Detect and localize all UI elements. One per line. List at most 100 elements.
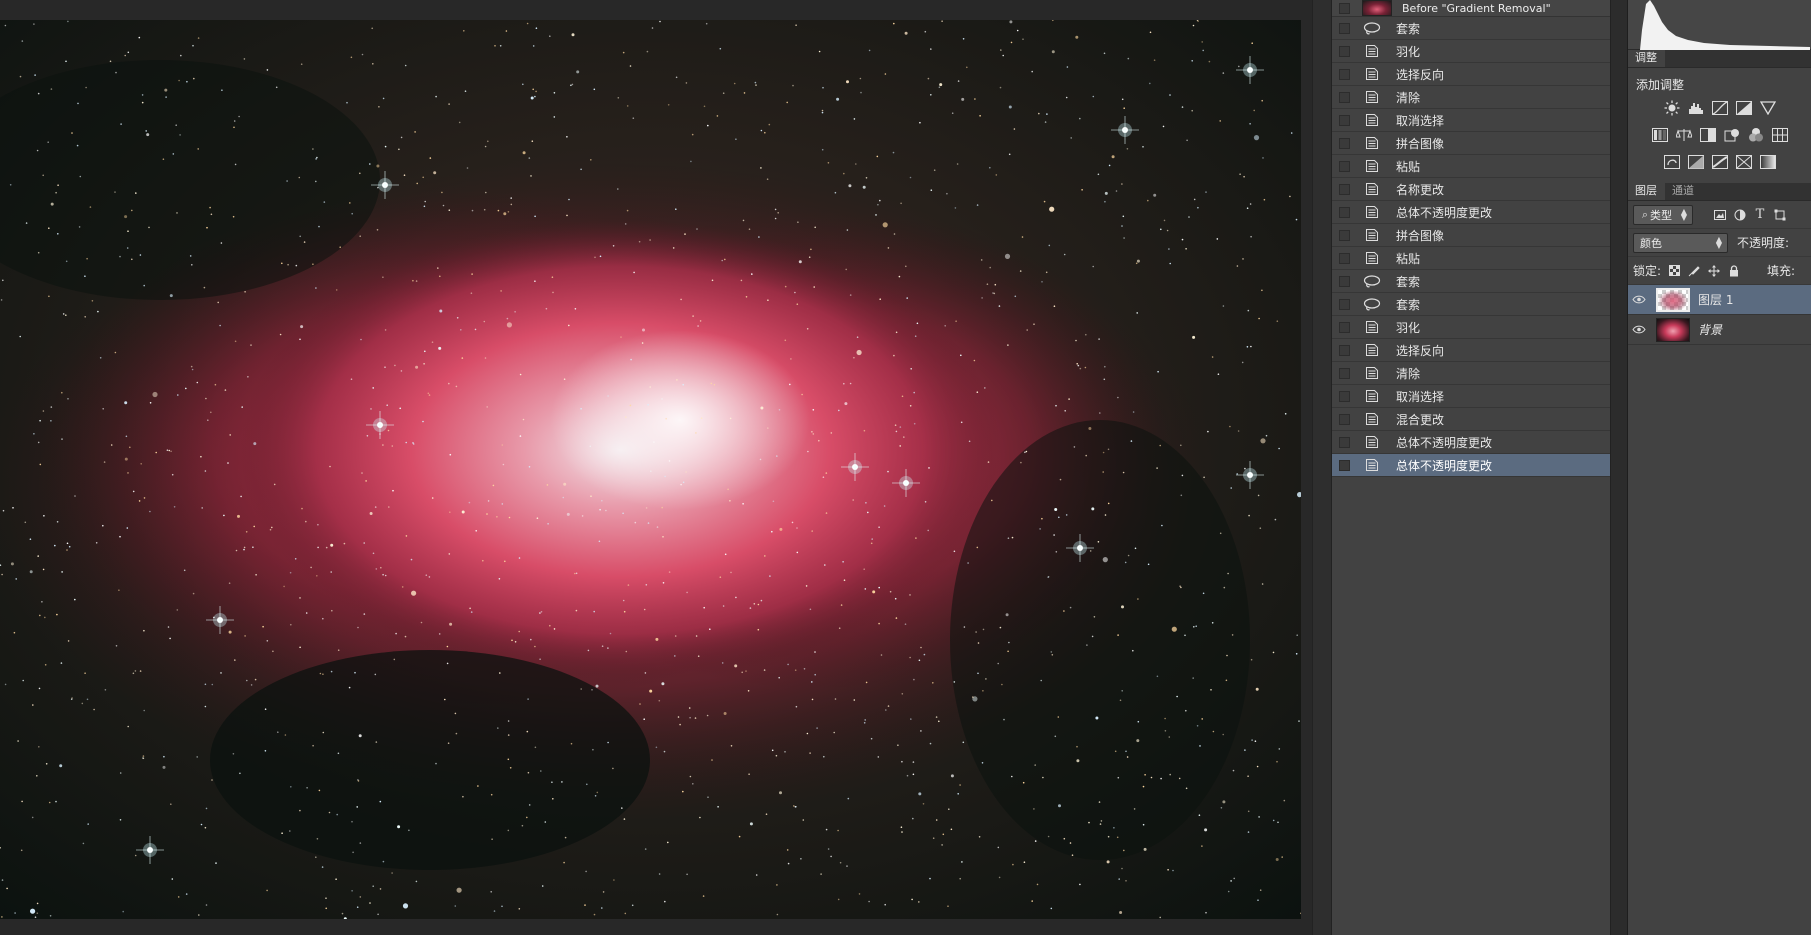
- lock-label: 锁定:: [1633, 264, 1662, 278]
- history-state-label: 总体不透明度更改: [1396, 435, 1493, 450]
- history-state[interactable]: 总体不透明度更改: [1332, 201, 1610, 224]
- history-state[interactable]: 拼合图像: [1332, 132, 1610, 155]
- history-state[interactable]: 选择反向: [1332, 339, 1610, 362]
- history-checkbox[interactable]: [1339, 137, 1350, 149]
- history-state[interactable]: 名称更改: [1332, 178, 1610, 201]
- blend-mode-value: 颜色: [1640, 236, 1662, 250]
- blend-mode-dropdown[interactable]: 颜色 ▲ ▼: [1633, 232, 1728, 253]
- image-filter-icon[interactable]: [1713, 208, 1727, 222]
- history-state[interactable]: 总体不透明度更改: [1332, 431, 1610, 454]
- history-state-icon: [1362, 458, 1382, 472]
- photo-filter-icon[interactable]: [1723, 127, 1741, 143]
- history-state[interactable]: 套索: [1332, 293, 1610, 316]
- shape-filter-icon[interactable]: [1773, 208, 1787, 222]
- history-state[interactable]: 粘贴: [1332, 155, 1610, 178]
- history-state-label: 名称更改: [1396, 182, 1445, 197]
- dropdown-arrow-icon: ▲ ▼: [1715, 234, 1722, 250]
- history-state[interactable]: 粘贴: [1332, 247, 1610, 270]
- lock-position-icon[interactable]: [1707, 264, 1721, 278]
- history-state[interactable]: 取消选择: [1332, 385, 1610, 408]
- history-state-icon: [1362, 412, 1382, 426]
- black-white-icon[interactable]: [1699, 127, 1717, 143]
- document-canvas[interactable]: [0, 20, 1301, 919]
- invert-icon[interactable]: [1663, 154, 1681, 170]
- history-checkbox[interactable]: [1339, 160, 1350, 172]
- tab-layers[interactable]: 图层: [1628, 180, 1665, 200]
- history-checkbox[interactable]: [1339, 298, 1350, 310]
- history-state[interactable]: 羽化: [1332, 316, 1610, 339]
- history-snapshot[interactable]: Before "Gradient Removal": [1332, 0, 1610, 17]
- history-state[interactable]: 总体不透明度更改: [1332, 454, 1610, 477]
- history-state[interactable]: 拼合图像: [1332, 224, 1610, 247]
- history-checkbox[interactable]: [1339, 45, 1350, 57]
- lock-pixels-icon[interactable]: [1687, 264, 1701, 278]
- levels-icon[interactable]: [1687, 100, 1705, 116]
- history-checkbox[interactable]: [1339, 206, 1350, 218]
- history-checkbox[interactable]: [1339, 229, 1350, 241]
- histogram-panel: [1628, 0, 1811, 50]
- history-state[interactable]: 混合更改: [1332, 408, 1610, 431]
- history-state-icon: [1362, 320, 1382, 334]
- history-state-icon: [1362, 44, 1382, 58]
- curves-icon[interactable]: [1711, 100, 1729, 116]
- history-panel: Before "Gradient Removal" 套索 羽化 选择反向 清除 取消选择…: [1331, 0, 1611, 935]
- color-balance-icon[interactable]: [1675, 127, 1693, 143]
- history-checkbox[interactable]: [1339, 183, 1350, 195]
- history-checkbox[interactable]: [1339, 344, 1350, 356]
- history-state-label: 粘贴: [1396, 251, 1421, 266]
- history-checkbox[interactable]: [1339, 459, 1350, 471]
- history-state-label: 总体不透明度更改: [1396, 205, 1493, 220]
- history-state-icon: [1362, 182, 1382, 196]
- history-state[interactable]: 清除: [1332, 86, 1610, 109]
- type-filter-icon[interactable]: T: [1753, 207, 1767, 222]
- channel-mixer-icon[interactable]: [1747, 127, 1765, 143]
- history-checkbox[interactable]: [1339, 22, 1350, 34]
- layer-filter-dropdown[interactable]: ⌕ 类型 ▲ ▼: [1633, 204, 1693, 225]
- exposure-icon[interactable]: [1735, 100, 1753, 116]
- history-checkbox[interactable]: [1339, 252, 1350, 264]
- history-state-icon: [1362, 251, 1382, 265]
- history-state-icon: [1362, 136, 1382, 150]
- history-state-icon: [1362, 343, 1382, 357]
- layer-name[interactable]: 背景: [1698, 321, 1722, 338]
- history-checkbox[interactable]: [1339, 390, 1350, 402]
- history-state[interactable]: 选择反向: [1332, 63, 1610, 86]
- history-checkbox[interactable]: [1339, 367, 1350, 379]
- history-checkbox[interactable]: [1339, 91, 1350, 103]
- gradient-map-icon[interactable]: [1759, 154, 1777, 170]
- tab-adjustments[interactable]: 调整: [1628, 47, 1665, 67]
- history-state[interactable]: 取消选择: [1332, 109, 1610, 132]
- history-state[interactable]: 套索: [1332, 270, 1610, 293]
- history-state[interactable]: 羽化: [1332, 40, 1610, 63]
- history-checkbox[interactable]: [1339, 2, 1350, 14]
- history-checkbox[interactable]: [1339, 114, 1350, 126]
- adjustment-filter-icon[interactable]: [1733, 208, 1747, 222]
- history-checkbox[interactable]: [1339, 436, 1350, 448]
- history-checkbox[interactable]: [1339, 413, 1350, 425]
- layer-row-layer1[interactable]: 图层 1: [1628, 285, 1811, 315]
- canvas-gutter: [1312, 0, 1331, 935]
- threshold-icon[interactable]: [1711, 154, 1729, 170]
- history-checkbox[interactable]: [1339, 321, 1350, 333]
- color-lookup-icon[interactable]: [1771, 127, 1789, 143]
- lock-transparent-icon[interactable]: [1667, 264, 1681, 278]
- brightness-icon[interactable]: [1663, 100, 1681, 116]
- fill-label: 填充:: [1767, 264, 1796, 278]
- tab-channels[interactable]: 通道: [1665, 180, 1702, 200]
- lasso-icon: [1362, 21, 1382, 35]
- lock-all-icon[interactable]: [1727, 264, 1741, 278]
- history-state-label: 清除: [1396, 90, 1421, 105]
- visibility-eye-icon[interactable]: [1628, 325, 1650, 334]
- history-checkbox[interactable]: [1339, 68, 1350, 80]
- layer-row-background[interactable]: 背景: [1628, 315, 1811, 345]
- layer-name[interactable]: 图层 1: [1698, 291, 1733, 308]
- history-state[interactable]: 清除: [1332, 362, 1610, 385]
- history-checkbox[interactable]: [1339, 275, 1350, 287]
- history-state[interactable]: 套索: [1332, 17, 1610, 40]
- vibrance-icon[interactable]: [1759, 100, 1777, 116]
- posterize-icon[interactable]: [1687, 154, 1705, 170]
- history-state-icon: [1362, 90, 1382, 104]
- visibility-eye-icon[interactable]: [1628, 295, 1650, 304]
- selective-color-icon[interactable]: [1735, 154, 1753, 170]
- hue-saturation-icon[interactable]: [1651, 127, 1669, 143]
